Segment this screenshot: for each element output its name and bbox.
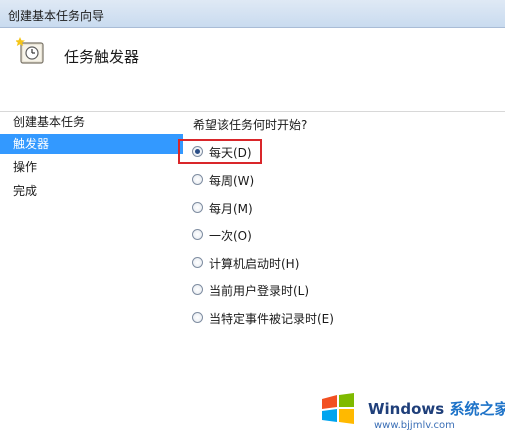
radio-label: 当前用户登录时(L)	[209, 284, 310, 298]
step-trigger[interactable]: 触发器	[0, 134, 183, 154]
watermark-brand: Windows	[368, 400, 445, 418]
watermark-site-name: 系统之家	[449, 400, 505, 418]
step-finish[interactable]: 完成	[0, 181, 183, 201]
page-heading: 任务触发器	[64, 48, 140, 66]
step-label: 触发器	[13, 137, 50, 151]
step-action[interactable]: 操作	[0, 157, 183, 177]
radio-label: 每周(W)	[209, 174, 255, 188]
site-watermark: Windows 系统之家 www.bjjmlv.com	[302, 383, 505, 441]
radio-label: 一次(O)	[209, 229, 252, 243]
radio-icon	[192, 257, 203, 268]
windows-logo-icon	[322, 393, 354, 424]
wizard-steps: 创建基本任务 触发器 操作 完成	[0, 112, 183, 441]
step-create-basic-task[interactable]: 创建基本任务	[0, 112, 183, 132]
radio-checked-icon	[192, 146, 203, 157]
title-bar: 创建基本任务向导	[0, 0, 505, 28]
watermark-title: Windows 系统之家	[368, 398, 505, 419]
window-title: 创建基本任务向导	[8, 9, 105, 23]
start-question: 希望该任务何时开始?	[193, 118, 308, 132]
radio-once[interactable]: 一次(O)	[190, 225, 390, 245]
radio-user-logon[interactable]: 当前用户登录时(L)	[190, 280, 390, 300]
radio-computer-startup[interactable]: 计算机启动时(H)	[190, 253, 390, 273]
watermark-url: www.bjjmlv.com	[374, 420, 455, 431]
radio-label: 每月(M)	[209, 202, 253, 216]
radio-weekly[interactable]: 每周(W)	[190, 170, 390, 190]
radio-event-logged[interactable]: 当特定事件被记录时(E)	[190, 308, 390, 328]
radio-icon	[192, 174, 203, 185]
radio-icon	[192, 312, 203, 323]
radio-icon	[192, 229, 203, 240]
radio-daily[interactable]: 每天(D)	[190, 142, 390, 162]
radio-label: 计算机启动时(H)	[209, 257, 300, 271]
step-label: 创建基本任务	[13, 115, 86, 129]
step-label: 操作	[13, 160, 38, 174]
radio-label: 每天(D)	[209, 146, 252, 160]
step-label: 完成	[13, 184, 38, 198]
radio-icon	[192, 202, 203, 213]
radio-label: 当特定事件被记录时(E)	[209, 312, 334, 326]
radio-icon	[192, 284, 203, 295]
wizard-header: 任务触发器	[0, 28, 505, 112]
radio-monthly[interactable]: 每月(M)	[190, 198, 390, 218]
task-clock-icon	[16, 37, 44, 64]
